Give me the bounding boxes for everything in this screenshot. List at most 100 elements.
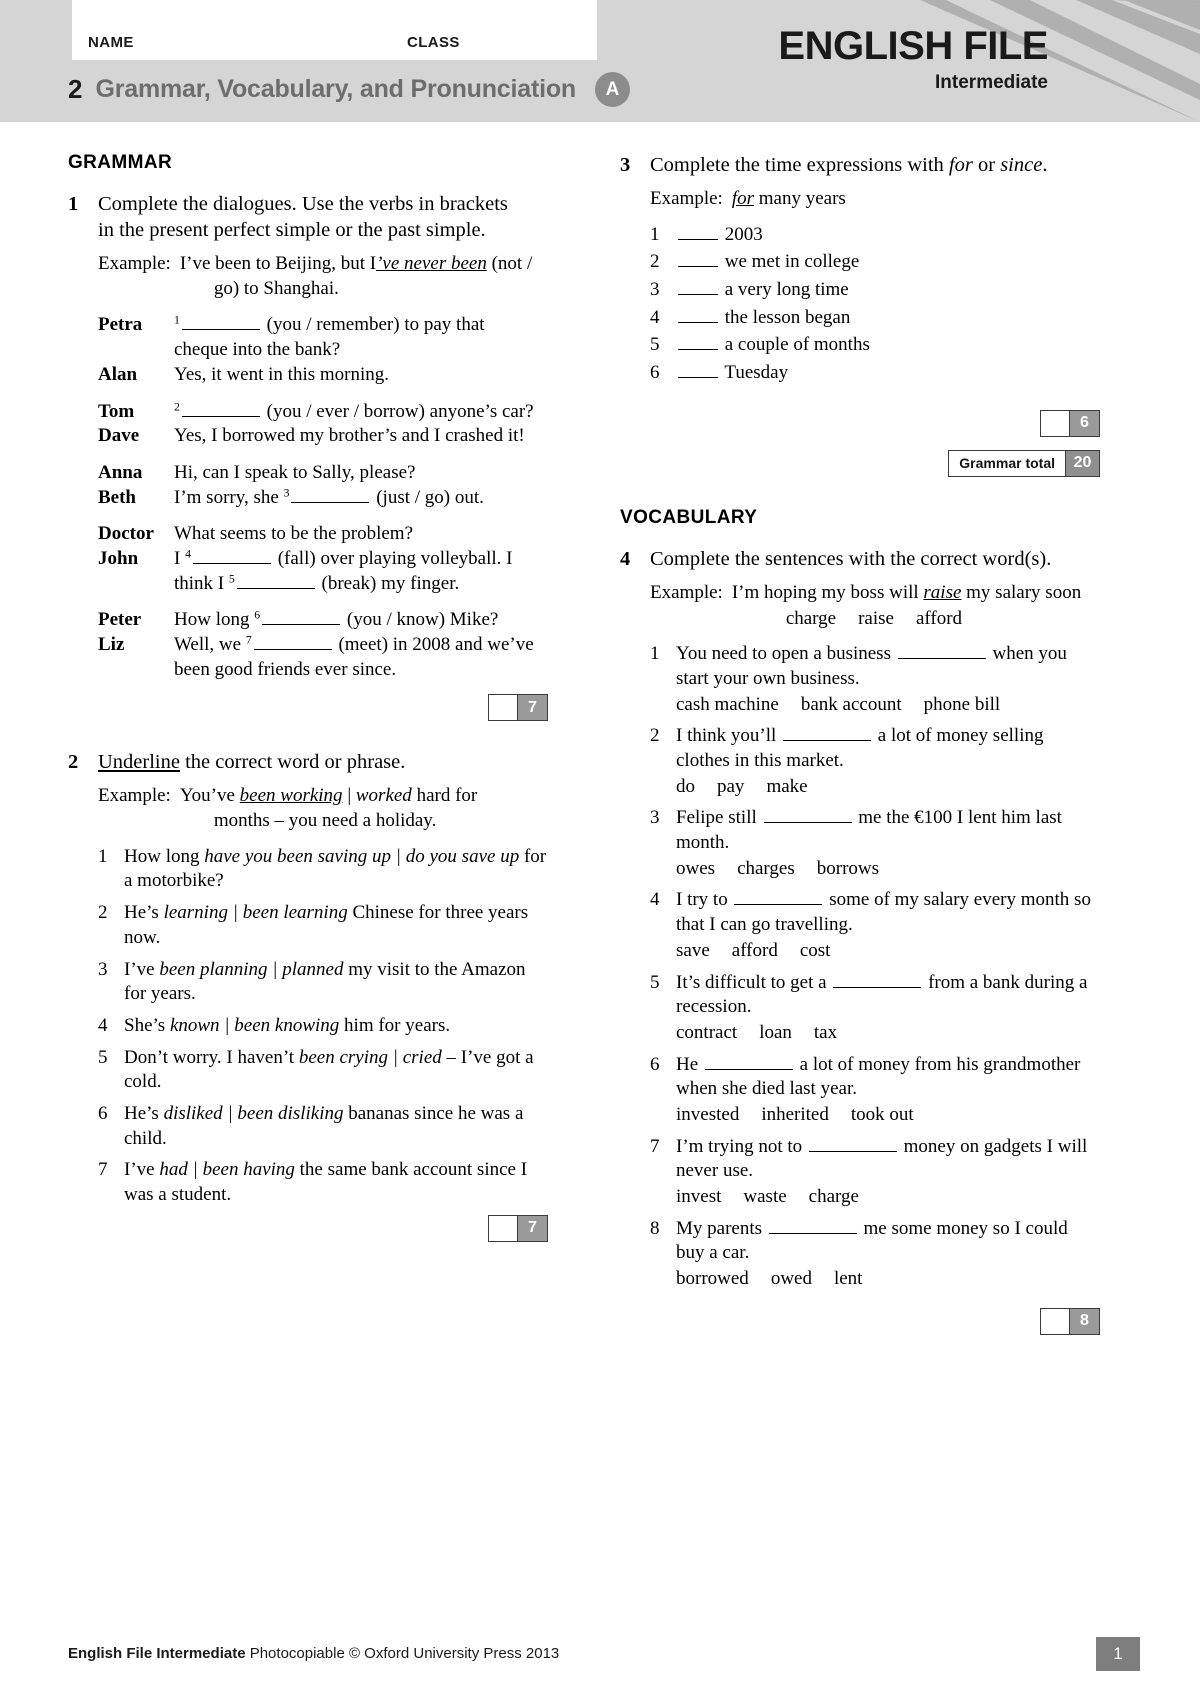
option-a[interactable]: have you been saving up — [204, 846, 391, 867]
option-word[interactable]: pay — [717, 776, 744, 797]
option-word[interactable]: inherited — [761, 1104, 829, 1125]
exercise-1-score-box[interactable]: 7 — [488, 694, 548, 722]
option-word[interactable]: tax — [814, 1022, 837, 1043]
option-a[interactable]: learning — [164, 902, 228, 923]
option-b[interactable]: been disliking — [237, 1103, 343, 1124]
option-word[interactable]: do — [676, 776, 695, 797]
option-word[interactable]: cost — [800, 940, 831, 961]
option-word[interactable]: bank account — [801, 694, 902, 715]
answer-blank[interactable] — [783, 740, 872, 742]
exercise-1-instruction-line2: in the present perfect simple or the pas… — [98, 219, 486, 242]
worksheet-body: GRAMMAR 1 Complete the dialogues. Use th… — [0, 122, 1200, 1697]
option-word[interactable]: save — [676, 940, 710, 961]
list-item[interactable]: 7 I’m trying not to money on gadgets I wi… — [650, 1135, 1100, 1210]
list-item[interactable]: 1 You need to open a business when you st… — [650, 642, 1100, 717]
answer-blank[interactable] — [704, 1068, 793, 1070]
answer-blank[interactable] — [678, 321, 718, 323]
example-post: my salary soon — [961, 581, 1082, 603]
option-a[interactable]: been crying — [299, 1047, 388, 1068]
list-item[interactable]: 4 She’s known | been knowing him for year… — [98, 1014, 548, 1039]
answer-blank[interactable] — [678, 377, 718, 379]
option-word[interactable]: afford — [916, 608, 962, 629]
answer-blank[interactable] — [253, 649, 332, 650]
exercise-2-score-box[interactable]: 7 — [488, 1214, 548, 1242]
answer-blank[interactable] — [678, 238, 718, 240]
list-item[interactable]: 5 a couple of months — [650, 333, 1100, 358]
option-a[interactable]: disliked — [164, 1103, 223, 1124]
score-entry-cell[interactable] — [1041, 1308, 1069, 1334]
dialogue-post: (fall) over playing volleyball. I — [277, 547, 513, 569]
option-b[interactable]: been having — [203, 1159, 295, 1180]
option-word[interactable]: owed — [771, 1268, 812, 1289]
option-b[interactable]: planned — [282, 959, 343, 980]
answer-blank[interactable] — [768, 1232, 857, 1234]
option-word[interactable]: cash machine — [676, 694, 779, 715]
exercise-3-score-box[interactable]: 6 — [1040, 409, 1100, 437]
answer-blank[interactable] — [763, 822, 852, 824]
list-item[interactable]: 1 How long have you been saving up | do y… — [98, 845, 548, 894]
option-b[interactable]: cried — [403, 1047, 442, 1068]
score-entry-cell[interactable] — [489, 695, 517, 721]
option-word[interactable]: charges — [737, 858, 795, 879]
option-word[interactable]: phone bill — [924, 694, 1001, 715]
list-item[interactable]: 1 2003 — [650, 223, 1100, 248]
score-entry-cell[interactable] — [1041, 410, 1069, 436]
list-item[interactable]: 6 He’s disliked | been disliking bananas … — [98, 1102, 548, 1151]
list-item[interactable]: 3 Felipe still me the €100 I lent him las… — [650, 806, 1100, 881]
option-a[interactable]: been planning — [159, 959, 267, 980]
grammar-total-box[interactable]: Grammar total 20 — [948, 449, 1100, 477]
answer-blank[interactable] — [192, 562, 271, 564]
answer-blank[interactable] — [236, 587, 315, 589]
answer-blank[interactable] — [678, 266, 718, 268]
answer-blank[interactable] — [808, 1150, 897, 1152]
answer-blank[interactable] — [734, 904, 823, 906]
option-word[interactable]: contract — [676, 1022, 737, 1043]
option-word[interactable]: lent — [834, 1268, 863, 1289]
answer-blank[interactable] — [181, 415, 260, 417]
list-item[interactable]: 4 the lesson began — [650, 306, 1100, 331]
list-item[interactable]: 2 we met in college — [650, 250, 1100, 275]
list-item[interactable]: 5 It’s difficult to get a from a bank dur… — [650, 971, 1100, 1046]
list-item[interactable]: 8 My parents me some money so I could buy… — [650, 1217, 1100, 1292]
list-item[interactable]: 2 He’s learning | been learning Chinese f… — [98, 901, 548, 950]
list-item[interactable]: 3 a very long time — [650, 278, 1100, 303]
option-word[interactable]: charge — [786, 608, 836, 629]
answer-blank[interactable] — [833, 986, 922, 988]
option-b[interactable]: been learning — [243, 902, 348, 923]
list-item[interactable]: 2 I think you’ll a lot of money selling c… — [650, 724, 1100, 799]
option-word[interactable]: waste — [743, 1186, 786, 1207]
option-b[interactable]: do you save up — [406, 846, 519, 867]
dialogue-line: Peter How long 6 (you / know) Mike? — [98, 608, 548, 633]
answer-blank[interactable] — [678, 294, 718, 296]
option-word[interactable]: took out — [851, 1104, 914, 1125]
answer-blank[interactable] — [291, 501, 370, 503]
option-b[interactable]: been knowing — [234, 1015, 339, 1036]
option-word[interactable]: borrows — [817, 858, 879, 879]
answer-blank[interactable] — [678, 349, 718, 351]
answer-blank[interactable] — [897, 658, 986, 660]
option-word[interactable]: invest — [676, 1186, 721, 1207]
option-word[interactable]: raise — [858, 608, 894, 629]
score-max-value: 8 — [1069, 1308, 1099, 1334]
list-item[interactable]: 3 I’ve been planning | planned my visit t… — [98, 958, 548, 1007]
option-word[interactable]: loan — [759, 1022, 792, 1043]
option-word[interactable]: invested — [676, 1104, 739, 1125]
option-word[interactable]: make — [766, 776, 807, 797]
answer-blank[interactable] — [181, 329, 260, 331]
option-word[interactable]: borrowed — [676, 1268, 749, 1289]
dialogue-group: Peter How long 6 (you / know) Mike? Liz … — [98, 608, 548, 682]
list-item[interactable]: 7 I’ve had | been having the same bank ac… — [98, 1158, 548, 1207]
exercise-4-score-box[interactable]: 8 — [1040, 1307, 1100, 1335]
list-item[interactable]: 5 Don’t worry. I haven’t been crying | cr… — [98, 1046, 548, 1095]
list-item[interactable]: 6 He a lot of money from his grandmother … — [650, 1053, 1100, 1128]
option-word[interactable]: afford — [732, 940, 778, 961]
exercise-2-instruction-rest: the correct word or phrase. — [185, 751, 406, 774]
list-item[interactable]: 6 Tuesday — [650, 361, 1100, 386]
option-a[interactable]: had — [159, 1159, 188, 1180]
option-word[interactable]: charge — [809, 1186, 859, 1207]
list-item[interactable]: 4 I try to some of my salary every month … — [650, 888, 1100, 963]
answer-blank[interactable] — [262, 624, 341, 626]
option-word[interactable]: owes — [676, 858, 715, 879]
option-a[interactable]: known — [170, 1015, 220, 1036]
score-entry-cell[interactable] — [489, 1215, 517, 1241]
